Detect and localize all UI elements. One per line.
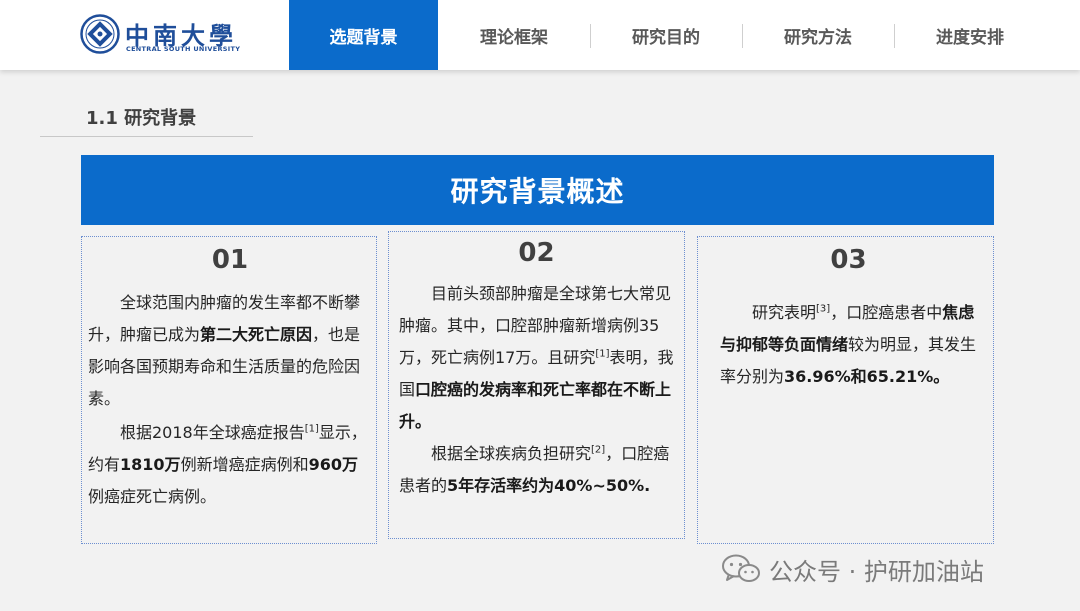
card-number: 03 <box>830 245 867 275</box>
nav-tab-purpose[interactable]: 研究目的 <box>590 0 742 70</box>
overview-banner: 研究背景概述 <box>81 155 994 225</box>
card-number: 01 <box>211 245 249 275</box>
wechat-watermark: 公众号 · 护研加油站 <box>721 551 984 587</box>
citation-ref: [2] <box>591 444 606 456</box>
highlight-text: 5年存活率约为40%~50%. <box>447 476 651 495</box>
text-span: ，口腔癌患者中 <box>830 303 943 322</box>
nav-tab-label: 研究方法 <box>784 27 852 48</box>
nav-divider <box>894 24 895 48</box>
info-card-03: 03 研究表明[3]，口腔癌患者中焦虑与抑郁等负面情绪较为明显，其发生率分别为3… <box>697 236 994 544</box>
highlight-text: 口腔癌的发病率和死亡率都在不断上升。 <box>399 380 672 431</box>
citation-ref: [1] <box>595 348 610 360</box>
text-span: 例新增癌症病例和 <box>180 455 309 474</box>
nav-tab-methods[interactable]: 研究方法 <box>742 0 894 70</box>
highlight-text: 第二大死亡原因 <box>200 325 313 344</box>
text-span: 根据全球疾病负担研究 <box>431 444 592 463</box>
card-paragraph: 全球范围内肿瘤的发生率都不断攀升，肿瘤已成为第二大死亡原因，也是影响各国预期寿命… <box>88 287 372 415</box>
highlight-text: 960万 <box>308 455 358 474</box>
nav-divider <box>742 24 743 48</box>
nav-tab-schedule[interactable]: 进度安排 <box>894 0 1046 70</box>
watermark-text: 公众号 · 护研加油站 <box>769 557 984 586</box>
text-span: 例癌症死亡病例。 <box>88 487 217 506</box>
section-title: 1.1 研究背景 <box>86 108 197 129</box>
logo-english-name: CENTRAL SOUTH UNIVERSITY <box>126 45 241 53</box>
citation-ref: [3] <box>816 303 831 315</box>
card-text: 目前头颈部肿瘤是全球第七大常见肿瘤。其中，口腔部肿瘤新增病例35万，死亡病例17… <box>399 278 674 502</box>
nav-tab-framework[interactable]: 理论框架 <box>438 0 590 70</box>
nav-divider <box>590 24 591 48</box>
csu-emblem-icon <box>80 14 120 54</box>
card-paragraph: 根据全球疾病负担研究[2]，口腔癌患者的5年存活率约为40%~50%. <box>399 438 674 502</box>
main-nav: 选题背景 理论框架 研究目的 研究方法 进度安排 <box>289 0 1046 70</box>
info-card-01: 01 全球范围内肿瘤的发生率都不断攀升，肿瘤已成为第二大死亡原因，也是影响各国预… <box>81 236 377 544</box>
card-text: 全球范围内肿瘤的发生率都不断攀升，肿瘤已成为第二大死亡原因，也是影响各国预期寿命… <box>88 287 372 513</box>
wechat-icon <box>722 554 760 582</box>
nav-tab-label: 选题背景 <box>329 27 398 48</box>
nav-tab-label: 进度安排 <box>936 27 1004 48</box>
card-paragraph: 目前头颈部肿瘤是全球第七大常见肿瘤。其中，口腔部肿瘤新增病例35万，死亡病例17… <box>399 278 674 438</box>
top-header: 中南大學 CENTRAL SOUTH UNIVERSITY 选题背景 理论框架 … <box>0 0 1080 70</box>
card-paragraph: 根据2018年全球癌症报告[1]显示，约有1810万例新增癌症病例和960万例癌… <box>88 417 372 513</box>
university-logo[interactable]: 中南大學 CENTRAL SOUTH UNIVERSITY <box>80 12 240 58</box>
card-number: 02 <box>518 238 555 268</box>
highlight-text: 1810万 <box>120 455 181 474</box>
banner-title: 研究背景概述 <box>450 175 625 208</box>
citation-ref: [1] <box>304 423 319 435</box>
text-span: 根据2018年全球癌症报告 <box>120 423 305 442</box>
info-card-02: 02 目前头颈部肿瘤是全球第七大常见肿瘤。其中，口腔部肿瘤新增病例35万，死亡病… <box>388 231 685 539</box>
card-text: 研究表明[3]，口腔癌患者中焦虑与抑郁等负面情绪较为明显，其发生率分别为36.9… <box>720 297 977 393</box>
highlight-text: 36.96%和65.21%。 <box>784 367 950 386</box>
text-span: 研究表明 <box>752 303 817 322</box>
nav-tab-label: 理论框架 <box>480 27 548 48</box>
nav-tab-background[interactable]: 选题背景 <box>289 0 438 70</box>
nav-tab-label: 研究目的 <box>632 27 700 48</box>
section-divider <box>40 136 253 137</box>
card-paragraph: 研究表明[3]，口腔癌患者中焦虑与抑郁等负面情绪较为明显，其发生率分别为36.9… <box>720 297 977 393</box>
